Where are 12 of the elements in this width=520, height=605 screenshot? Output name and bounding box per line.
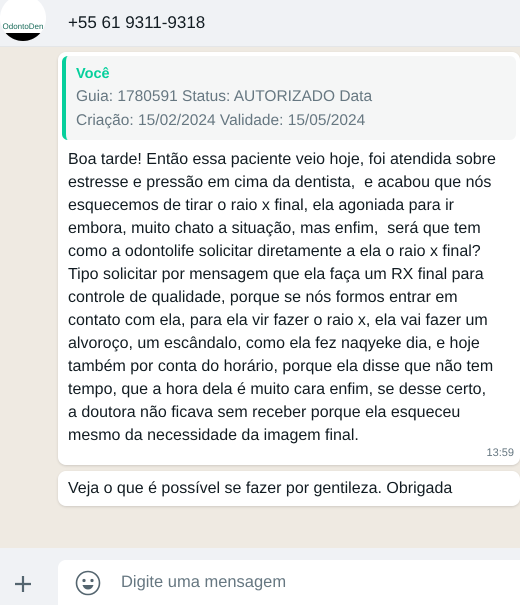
emoji-icon[interactable]	[75, 570, 101, 596]
message-text: Veja o que é possível se fazer por gentileza. Obrigada	[67, 479, 454, 499]
contact-avatar[interactable]: OdontoDen	[0, 0, 46, 41]
message-input[interactable]: Digite uma mensagem	[58, 560, 520, 605]
quoted-message[interactable]: Você Guia: 1780591 Status: AUTORIZADO Data Criação: 15/02/2024 Validade: 15/05/2024	[62, 56, 516, 140]
plus-icon[interactable]	[14, 575, 32, 593]
avatar-logo-text: OdontoDen	[2, 23, 44, 31]
quote-author: Você	[76, 65, 111, 84]
contact-name[interactable]: +55 61 9311-9318	[68, 10, 206, 36]
message-text: Boa tarde! Então essa paciente veio hoje, foi atendida sobre estresse e pressão em cima da dentista, e acabou que nós esquecemos de tirar o raio x final, ela agoniada para ir embora, muito chato a situação, mas enfim, será que tem como a odontolife solicitar diretamente a ela o raio x final? Tipo solicitar por mensagem que ela faça um RX final para controle de qualidade, porque se nós formos entrar em contato com ela, para ela vir fazer o raio x, ela vai fazer um alvoroço, um escândalo, como ela fez naqyeke dia, e hoje também por conta do horário, porque ela disse que não tem tempo, que a hora dela é muito cara enfim, se desse certo, a doutora não ficava sem receber porque ela esqueceu mesmo da necessidade da imagem final.	[67, 150, 497, 446]
quote-text: Guia: 1780591 Status: AUTORIZADO Data Criação: 15/02/2024 Validade: 15/05/2024	[76, 87, 374, 131]
message-time: 13:59	[486, 447, 514, 459]
